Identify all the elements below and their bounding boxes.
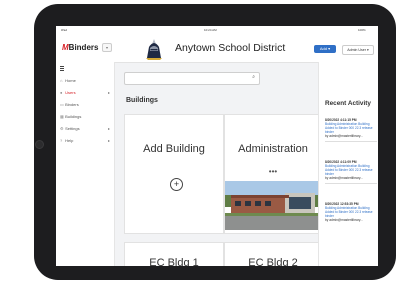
user-menu[interactable]: Admin User ▾: [342, 45, 374, 55]
knight-mascot-icon: [146, 39, 162, 60]
logo-mark: M: [62, 43, 69, 52]
recent-activity-title: Recent Activity: [325, 100, 371, 107]
search-input[interactable]: ⌕: [124, 72, 260, 85]
activity-entry: 8/20/2022 12:53:35 PM Building Administr…: [325, 202, 377, 222]
logo-text: Binders: [68, 43, 99, 52]
activity-link[interactable]: Building Administration Building Added t…: [325, 164, 377, 176]
building-card-administration[interactable]: Administration •••: [224, 114, 322, 234]
activity-user: by admin@mastertlibrary...: [325, 218, 363, 222]
district-title: Anytown School District: [175, 42, 286, 54]
add-button-label: Add: [319, 46, 327, 51]
sidebar-item-buildings[interactable]: ▦ Buildings: [60, 112, 112, 121]
page-title: Buildings: [126, 97, 158, 104]
app-screen: iPad 10:24 AM 100% MBinders ▾ Anytown Sc…: [56, 26, 378, 266]
gear-icon: ⚙: [60, 126, 64, 131]
activity-user: by admin@mastertlibrary...: [325, 134, 363, 138]
divider: [325, 183, 377, 184]
user-icon: ●: [60, 90, 63, 95]
building-photo: [225, 181, 321, 230]
add-building-card[interactable]: Add Building +: [124, 114, 224, 234]
status-bar: iPad 10:24 AM 100%: [56, 26, 378, 34]
search-icon[interactable]: ⌕: [252, 74, 255, 80]
hamburger-menu-icon[interactable]: [60, 66, 64, 72]
sidebar-item-label: Home: [65, 78, 76, 83]
sidebar-item-label: Settings: [65, 126, 80, 131]
sidebar: ⌂ Home ● Users ▸ ▭ Binders ▦ Buildings ⚙…: [56, 62, 115, 266]
battery-label: 100%: [358, 28, 366, 32]
home-icon: ⌂: [60, 78, 63, 83]
add-button[interactable]: Add ▾: [314, 45, 336, 53]
chevron-right-icon: ▸: [107, 126, 110, 131]
building-card-ec-bldg-1[interactable]: EC Bldg 1: [124, 242, 224, 266]
building-name: EC Bldg 1: [149, 257, 199, 266]
sidebar-item-label: Help: [65, 138, 74, 143]
home-button: [35, 140, 44, 149]
carrier-label: iPad: [61, 28, 68, 32]
sidebar-item-label: Buildings: [65, 114, 82, 119]
top-bar: MBinders ▾ Anytown School District Add ▾…: [56, 34, 378, 63]
chevron-right-icon: ▸: [107, 90, 110, 95]
help-icon: ?: [60, 138, 63, 143]
sidebar-item-label: Users: [65, 90, 76, 95]
plus-circle-icon[interactable]: +: [170, 178, 183, 191]
sidebar-item-home[interactable]: ⌂ Home: [60, 76, 112, 85]
activity-user: by admin@mastertlibrary...: [325, 176, 363, 180]
building-name: EC Bldg 2: [248, 257, 298, 266]
sidebar-item-label: Binders: [65, 102, 79, 107]
app-logo[interactable]: MBinders: [62, 43, 98, 52]
clock: 10:24 AM: [204, 28, 217, 32]
sidebar-item-settings[interactable]: ⚙ Settings ▸: [60, 124, 112, 133]
activity-link[interactable]: Building Administration Building Added t…: [325, 122, 377, 134]
building-name: Administration: [238, 143, 308, 155]
building-icon: ▦: [60, 114, 64, 119]
chevron-right-icon: ▸: [107, 138, 110, 143]
user-menu-label: Admin User: [347, 48, 366, 52]
recent-activity-panel: Recent Activity 8/20/2022 4:11:15 PM Bui…: [318, 62, 378, 266]
binder-icon: ▭: [60, 102, 64, 107]
more-options-icon[interactable]: •••: [225, 168, 321, 176]
add-building-title: Add Building: [143, 143, 205, 155]
building-card-ec-bldg-2[interactable]: EC Bldg 2: [224, 242, 322, 266]
sidebar-item-binders[interactable]: ▭ Binders: [60, 100, 112, 109]
buildings-panel: ⌕ Buildings Add Building + Administratio…: [118, 62, 322, 266]
divider: [325, 141, 377, 142]
activity-entry: 8/20/2022 4:11:09 PM Building Administra…: [325, 160, 377, 184]
activity-entry: 8/20/2022 4:11:15 PM Building Administra…: [325, 118, 377, 142]
sidebar-item-help[interactable]: ? Help ▸: [60, 136, 112, 145]
sidebar-item-users[interactable]: ● Users ▸: [60, 88, 112, 97]
activity-link[interactable]: Building Administration Building Added t…: [325, 206, 377, 218]
app-switcher-caret[interactable]: ▾: [102, 43, 112, 52]
